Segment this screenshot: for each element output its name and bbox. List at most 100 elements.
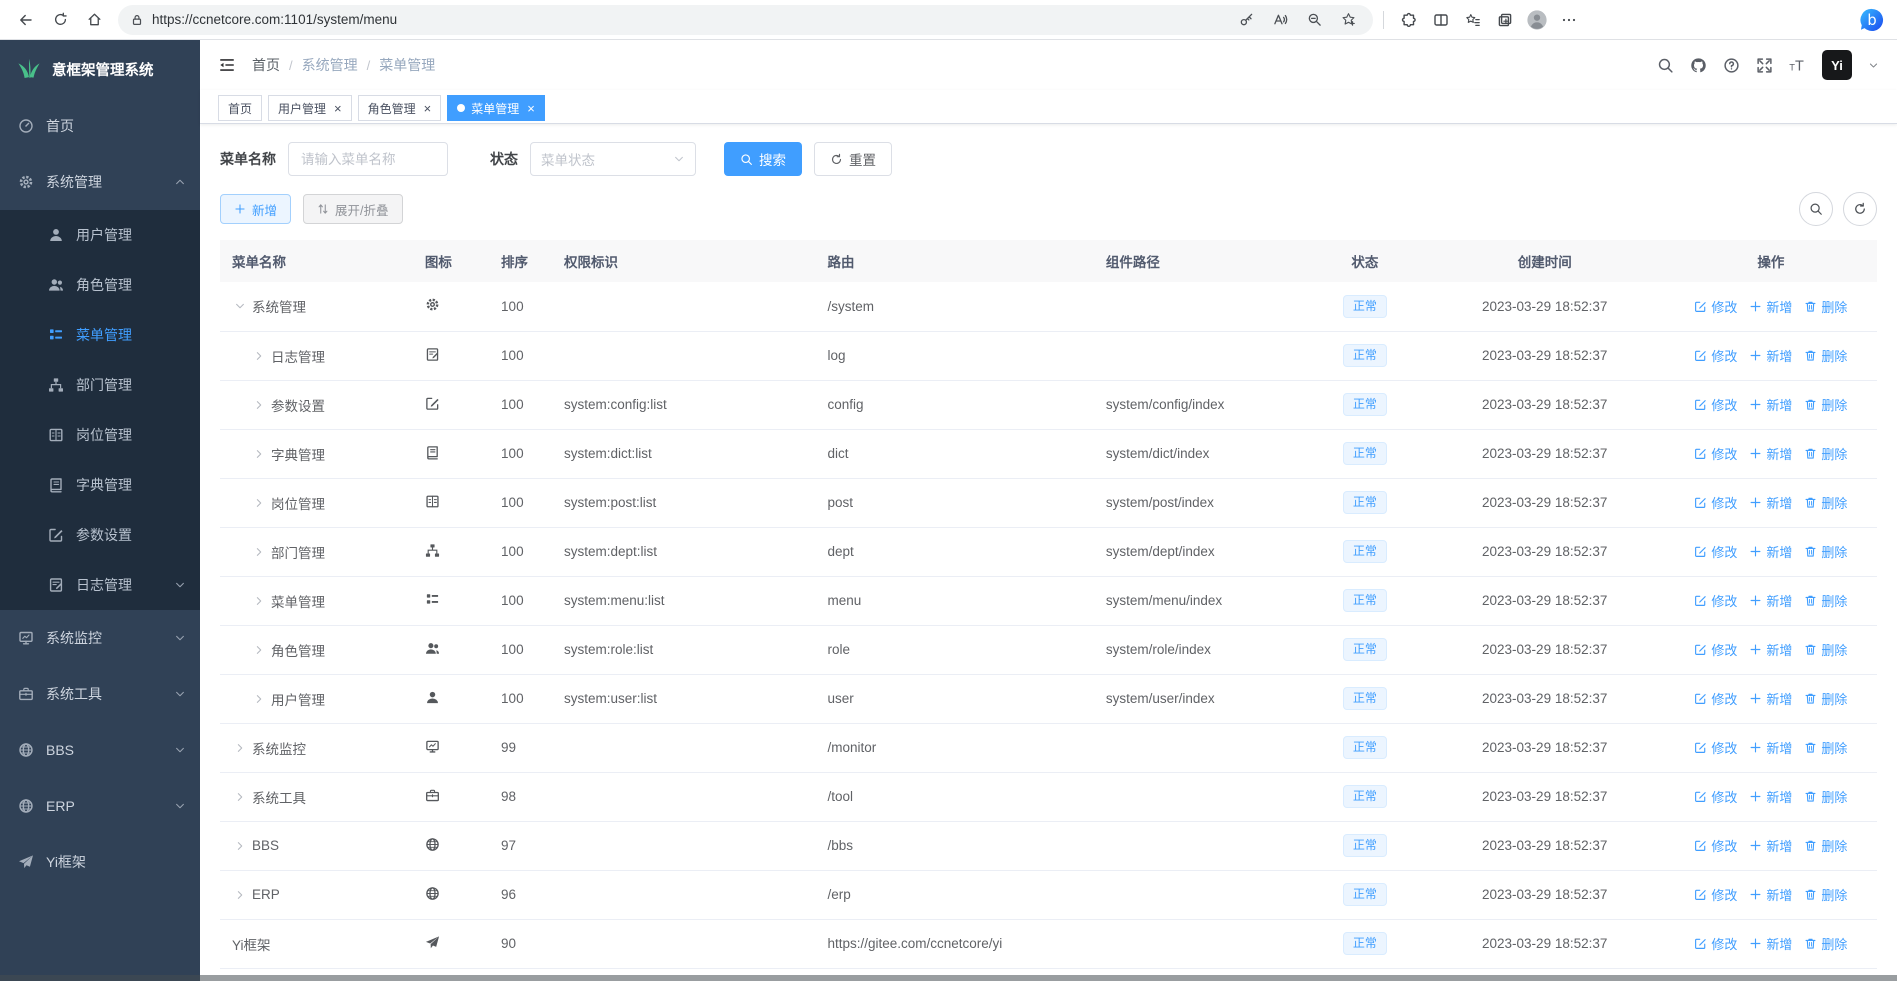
tag-view-tab[interactable]: 用户管理 × xyxy=(268,95,352,121)
search-icon[interactable] xyxy=(1657,57,1674,74)
add-action[interactable]: 新增 xyxy=(1749,640,1792,659)
edit-action[interactable]: 修改 xyxy=(1694,689,1737,708)
delete-action[interactable]: 删除 xyxy=(1804,297,1847,316)
delete-action[interactable]: 删除 xyxy=(1804,787,1847,806)
question-icon[interactable] xyxy=(1723,57,1740,74)
add-action[interactable]: 新增 xyxy=(1749,346,1792,365)
close-icon[interactable]: × xyxy=(334,102,342,115)
add-favorite-icon[interactable] xyxy=(1335,7,1361,33)
edit-action[interactable]: 修改 xyxy=(1694,885,1737,904)
github-icon[interactable] xyxy=(1690,57,1707,74)
favorites-icon[interactable] xyxy=(1458,5,1488,35)
add-button[interactable]: 新增 xyxy=(220,194,292,224)
edit-action[interactable]: 修改 xyxy=(1694,640,1737,659)
edit-action[interactable]: 修改 xyxy=(1694,444,1737,463)
add-action[interactable]: 新增 xyxy=(1749,934,1792,953)
delete-action[interactable]: 删除 xyxy=(1804,738,1847,757)
tree-expand-icon[interactable] xyxy=(251,448,267,460)
close-icon[interactable]: × xyxy=(424,102,432,115)
close-icon[interactable]: × xyxy=(527,102,535,115)
expand-collapse-button[interactable]: 展开/折叠 xyxy=(303,194,403,224)
tree-expand-icon[interactable] xyxy=(251,595,267,607)
back-icon[interactable] xyxy=(10,5,42,35)
sidebar-item[interactable]: 岗位管理 xyxy=(0,410,200,460)
tree-expand-icon[interactable] xyxy=(232,791,248,803)
sidebar-item[interactable]: 字典管理 xyxy=(0,460,200,510)
sidebar-item[interactable]: 部门管理 xyxy=(0,360,200,410)
delete-action[interactable]: 删除 xyxy=(1804,885,1847,904)
sidebar-item[interactable]: ERP xyxy=(0,778,200,834)
edit-action[interactable]: 修改 xyxy=(1694,395,1737,414)
copilot-icon[interactable]: b xyxy=(1857,5,1887,35)
add-action[interactable]: 新增 xyxy=(1749,738,1792,757)
sidebar-item[interactable]: Yi框架 xyxy=(0,834,200,890)
breadcrumb-item[interactable]: 首页 xyxy=(252,55,280,75)
delete-action[interactable]: 删除 xyxy=(1804,934,1847,953)
delete-action[interactable]: 删除 xyxy=(1804,836,1847,855)
tree-expand-icon[interactable] xyxy=(251,497,267,509)
delete-action[interactable]: 删除 xyxy=(1804,395,1847,414)
add-action[interactable]: 新增 xyxy=(1749,787,1792,806)
tag-view-tab[interactable]: 菜单管理 × xyxy=(447,95,545,121)
sidebar-item[interactable]: 菜单管理 xyxy=(0,310,200,360)
sidebar-item[interactable]: 参数设置 xyxy=(0,510,200,560)
tree-expand-icon[interactable] xyxy=(251,350,267,362)
tree-expand-icon[interactable] xyxy=(232,889,248,901)
add-action[interactable]: 新增 xyxy=(1749,836,1792,855)
sidebar-item[interactable]: 系统工具 xyxy=(0,666,200,722)
home-icon[interactable] xyxy=(78,5,110,35)
delete-action[interactable]: 删除 xyxy=(1804,444,1847,463)
font-size-icon[interactable]: TT xyxy=(1789,57,1806,74)
show-search-button[interactable] xyxy=(1799,192,1833,226)
tree-expand-icon[interactable] xyxy=(251,399,267,411)
add-action[interactable]: 新增 xyxy=(1749,493,1792,512)
status-select[interactable]: 菜单状态 xyxy=(530,142,696,176)
edit-action[interactable]: 修改 xyxy=(1694,542,1737,561)
key-icon[interactable] xyxy=(1233,7,1259,33)
fullscreen-icon[interactable] xyxy=(1756,57,1773,74)
user-avatar[interactable]: Yi xyxy=(1822,50,1852,80)
zoom-out-icon[interactable] xyxy=(1301,7,1327,33)
delete-action[interactable]: 删除 xyxy=(1804,542,1847,561)
tag-view-tab[interactable]: 角色管理 × xyxy=(357,95,442,121)
add-action[interactable]: 新增 xyxy=(1749,297,1792,316)
add-action[interactable]: 新增 xyxy=(1749,885,1792,904)
sidebar-item[interactable]: 系统监控 xyxy=(0,610,200,666)
menu-fold-icon[interactable] xyxy=(218,56,236,74)
search-button[interactable]: 搜索 xyxy=(724,142,802,176)
add-action[interactable]: 新增 xyxy=(1749,444,1792,463)
sidebar-item[interactable]: 首页 xyxy=(0,98,200,154)
delete-action[interactable]: 删除 xyxy=(1804,640,1847,659)
tree-expand-icon[interactable] xyxy=(251,546,267,558)
address-bar[interactable]: https://ccnetcore.com:1101/system/menu xyxy=(118,4,1373,35)
delete-action[interactable]: 删除 xyxy=(1804,346,1847,365)
delete-action[interactable]: 删除 xyxy=(1804,591,1847,610)
profile-icon[interactable] xyxy=(1522,5,1552,35)
edit-action[interactable]: 修改 xyxy=(1694,836,1737,855)
url-text[interactable]: https://ccnetcore.com:1101/system/menu xyxy=(152,12,1225,27)
sidebar-item[interactable]: 日志管理 xyxy=(0,560,200,610)
edit-action[interactable]: 修改 xyxy=(1694,738,1737,757)
tree-expand-icon[interactable] xyxy=(232,840,248,852)
read-aloud-icon[interactable] xyxy=(1267,7,1293,33)
add-action[interactable]: 新增 xyxy=(1749,591,1792,610)
reset-button[interactable]: 重置 xyxy=(814,142,892,176)
collections-icon[interactable] xyxy=(1490,5,1520,35)
tree-expand-icon[interactable] xyxy=(232,300,248,312)
tree-expand-icon[interactable] xyxy=(232,742,248,754)
tree-expand-icon[interactable] xyxy=(251,644,267,656)
more-icon[interactable] xyxy=(1554,5,1584,35)
edit-action[interactable]: 修改 xyxy=(1694,297,1737,316)
sidebar-item[interactable]: 系统管理 xyxy=(0,154,200,210)
sidebar-item[interactable]: 用户管理 xyxy=(0,210,200,260)
edit-action[interactable]: 修改 xyxy=(1694,591,1737,610)
refresh-icon[interactable] xyxy=(44,5,76,35)
sidebar-item[interactable]: BBS xyxy=(0,722,200,778)
refresh-table-button[interactable] xyxy=(1843,192,1877,226)
split-screen-icon[interactable] xyxy=(1426,5,1456,35)
delete-action[interactable]: 删除 xyxy=(1804,689,1847,708)
tree-expand-icon[interactable] xyxy=(251,693,267,705)
bottom-scrollbar[interactable] xyxy=(0,975,1897,981)
add-action[interactable]: 新增 xyxy=(1749,395,1792,414)
add-action[interactable]: 新增 xyxy=(1749,542,1792,561)
